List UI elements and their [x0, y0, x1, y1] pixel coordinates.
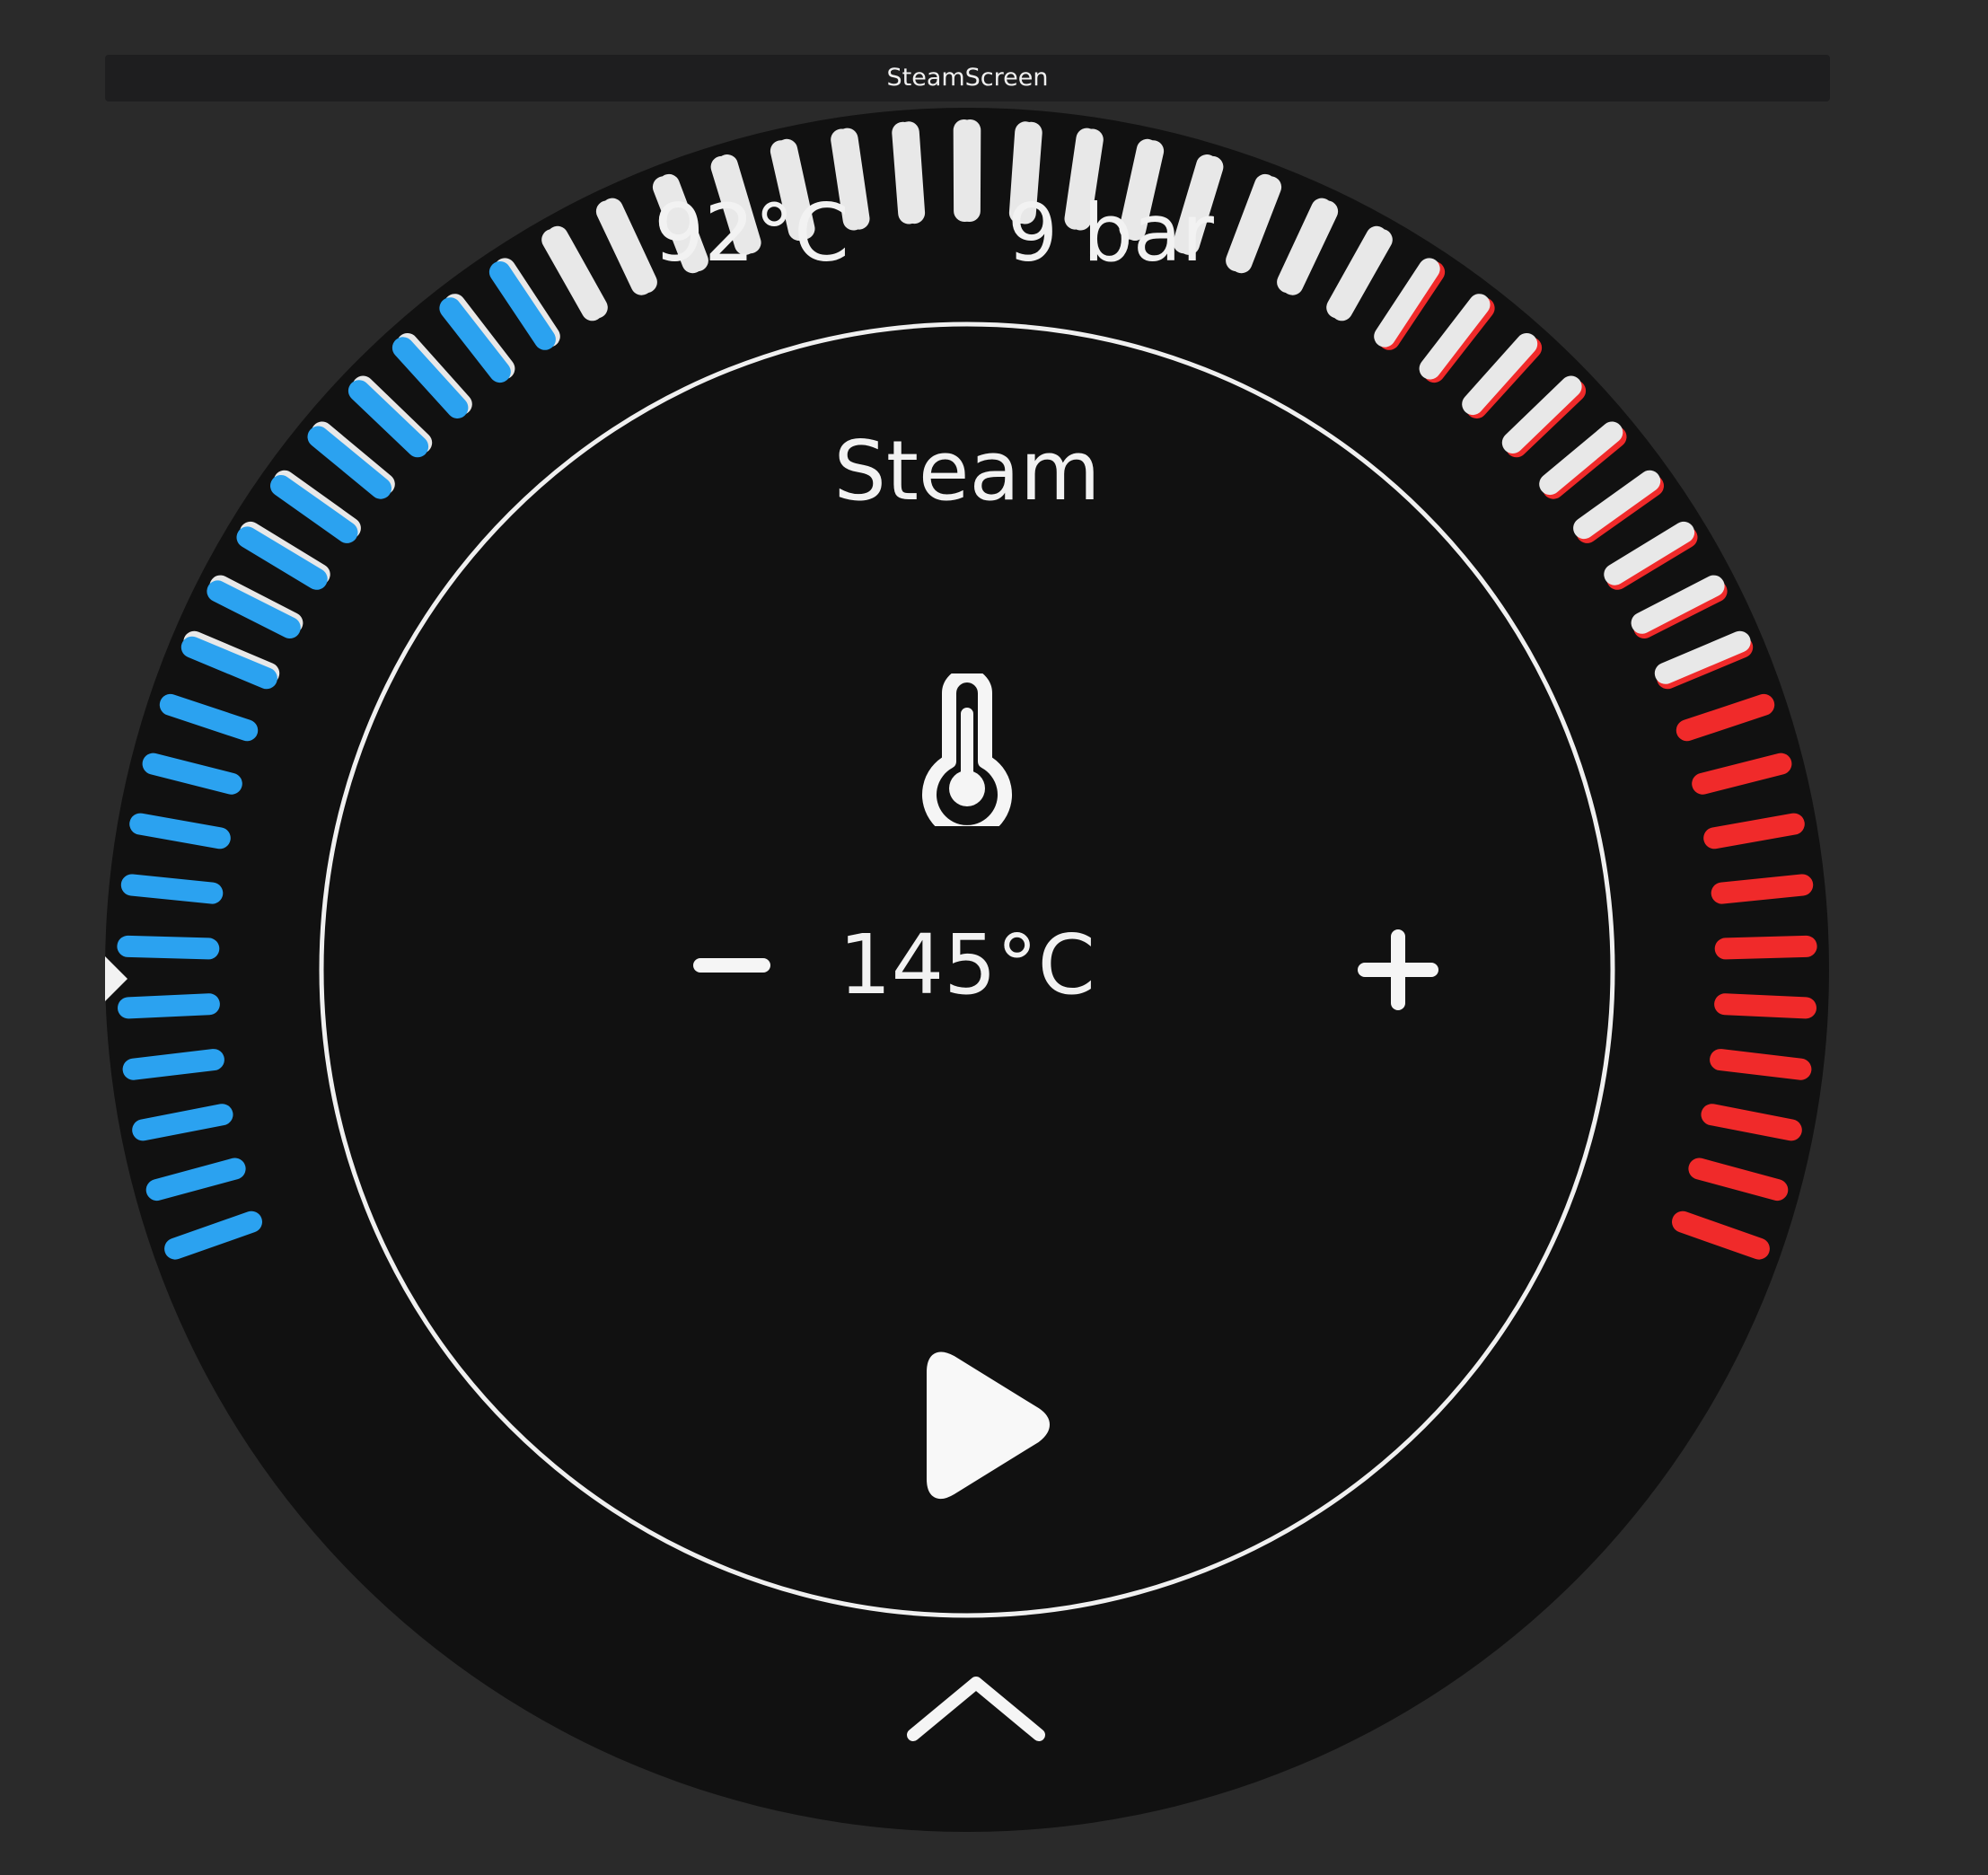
- setpoint-temperature: 145°C: [839, 917, 1095, 1013]
- minus-icon: [693, 958, 770, 973]
- decrease-temperature-button[interactable]: [671, 911, 796, 1019]
- play-icon: [927, 1351, 1050, 1500]
- mode-title: Steam: [833, 423, 1101, 519]
- plus-icon: [1358, 929, 1438, 1010]
- chevron-up-icon: [907, 1677, 1045, 1741]
- brew-temperature-readout: 92°C: [654, 187, 849, 279]
- window-title-bar: SteamScreen: [105, 55, 1830, 101]
- pressure-gauge-tick: [132, 1104, 233, 1141]
- steam-dial: 92°C 9 bar Steam 145°C: [105, 108, 1830, 1833]
- temperature-gauge-tick: [1710, 1049, 1812, 1080]
- pressure-gauge-tick: [118, 993, 220, 1019]
- temperature-gauge-tick: [1703, 813, 1805, 849]
- start-steam-button[interactable]: [877, 1338, 1066, 1527]
- temperature-gauge-tick: [1701, 1104, 1802, 1141]
- increase-temperature-button[interactable]: [1335, 907, 1461, 1033]
- window-title: SteamScreen: [886, 64, 1049, 92]
- thermometer-icon: [900, 673, 1034, 826]
- temperature-gauge-tick: [1711, 874, 1814, 904]
- temperature-gauge-tick: [1714, 993, 1816, 1019]
- pressure-gauge-tick: [120, 874, 224, 904]
- expand-panel-button[interactable]: [886, 1652, 1066, 1769]
- pressure-gauge-tick: [129, 813, 231, 849]
- temperature-gauge-tick: [1714, 935, 1817, 960]
- pressure-gauge-tick: [117, 935, 220, 960]
- pressure-gauge-tick: [122, 1049, 224, 1080]
- pressure-readout: 9 bar: [1007, 187, 1214, 279]
